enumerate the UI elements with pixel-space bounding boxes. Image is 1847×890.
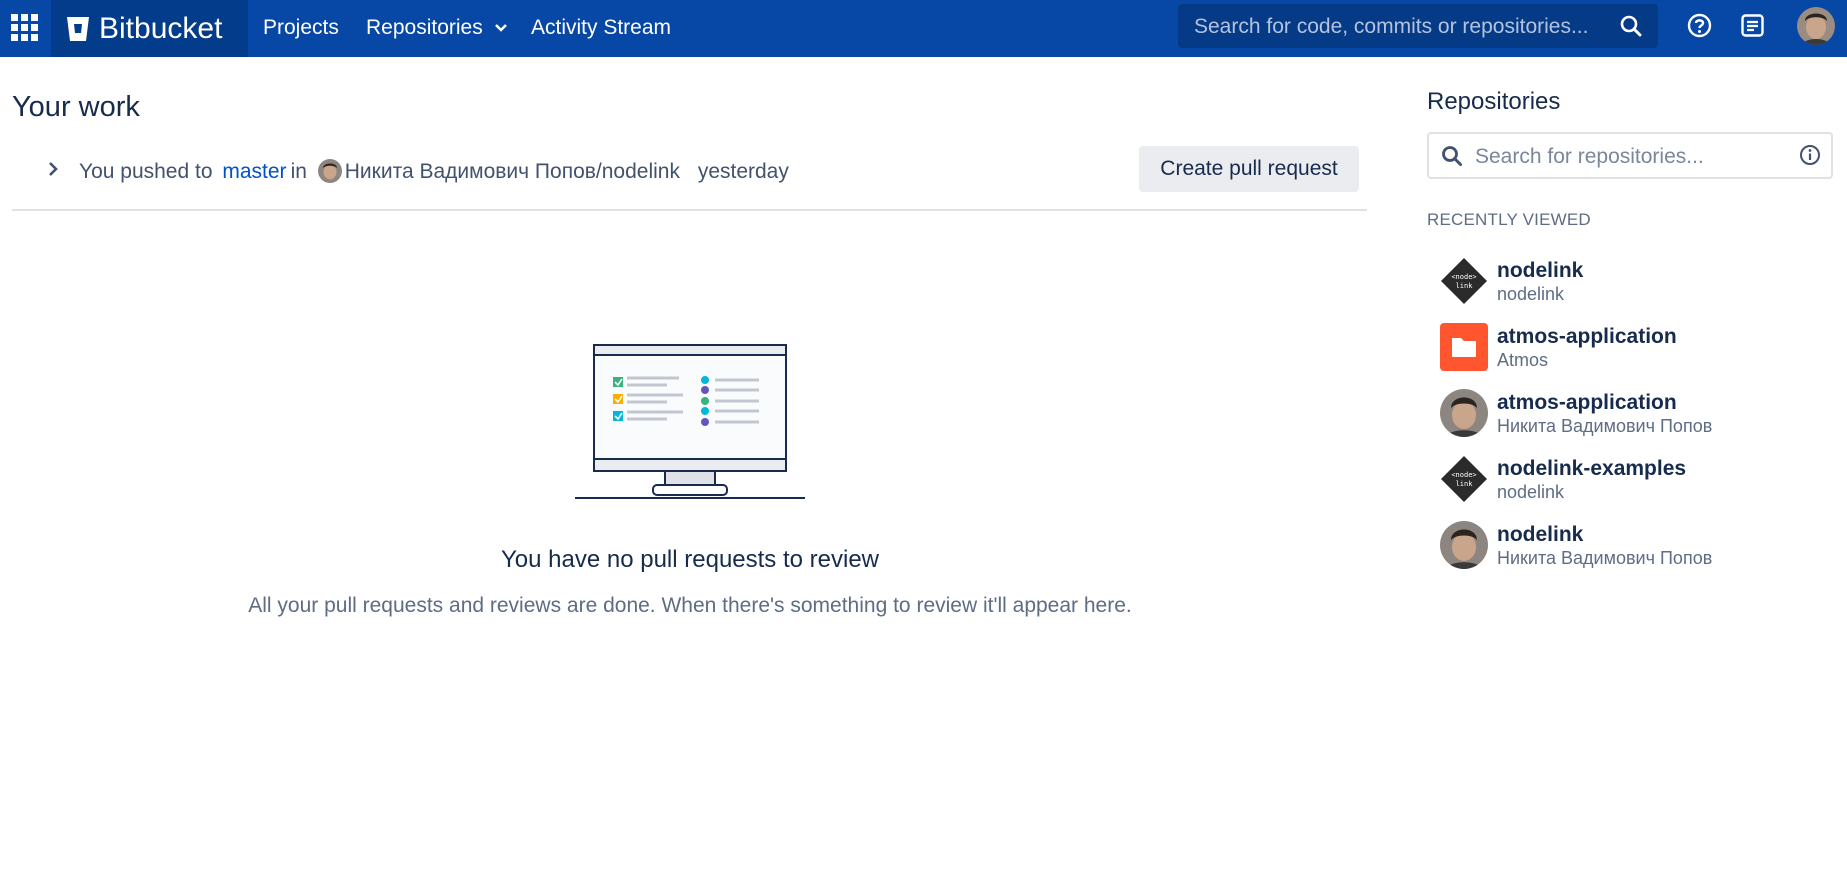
nav-repositories-label: Repositories — [366, 16, 483, 39]
repo-project: Никита Вадимович Попов — [1497, 548, 1713, 568]
nav-projects[interactable]: Projects — [263, 16, 339, 40]
bitbucket-home-link[interactable]: Bitbucket — [51, 0, 248, 57]
svg-text:<node>: <node> — [1451, 273, 1476, 281]
top-navigation-bar: Bitbucket Projects Repositories Activity… — [0, 0, 1847, 57]
grid-icon — [11, 14, 38, 41]
computer-checklist-illustration — [575, 344, 805, 499]
nodelink-logo-icon: <node> link — [1441, 456, 1487, 502]
repo-project: Никита Вадимович Попов — [1497, 416, 1713, 436]
sidebar-title: Repositories — [1427, 88, 1561, 115]
repo-project: nodelink — [1497, 284, 1565, 304]
brand-name: Bitbucket — [99, 11, 223, 45]
user-avatar — [1440, 389, 1488, 437]
svg-text:link: link — [1456, 480, 1474, 488]
recent-repo-item[interactable]: <node> link nodelink-examples nodelink — [1440, 452, 1820, 518]
chevron-right-icon[interactable] — [46, 159, 60, 179]
branch-link[interactable]: master — [222, 160, 286, 183]
activity-connector: in — [290, 160, 307, 183]
repo-project: nodelink — [1497, 482, 1565, 502]
activity-item: You pushed to master in Никита Вадимович … — [12, 146, 1367, 198]
folder-icon — [1440, 323, 1488, 371]
nav-repositories[interactable]: Repositories — [366, 16, 507, 40]
repo-owner-avatar — [317, 159, 342, 183]
repo-name: nodelink — [1497, 259, 1584, 282]
chevron-down-icon — [494, 24, 507, 32]
notifications-icon[interactable] — [1741, 14, 1764, 37]
page-title: Your work — [12, 91, 140, 123]
activity-description: You pushed to master in Никита Вадимович … — [79, 159, 789, 184]
app-switcher-button[interactable] — [0, 0, 48, 57]
recent-repo-item[interactable]: atmos-application Никита Вадимович Попов — [1440, 386, 1820, 452]
repo-name: atmos-application — [1497, 325, 1677, 348]
user-avatar — [1440, 521, 1488, 569]
svg-text:link: link — [1456, 282, 1474, 290]
repo-name: nodelink — [1497, 523, 1584, 546]
svg-text:<node>: <node> — [1451, 471, 1476, 479]
nodelink-logo-icon: <node> link — [1441, 258, 1487, 304]
empty-state-description: All your pull requests and reviews are d… — [248, 594, 1132, 617]
search-icon — [1442, 146, 1462, 166]
repo-name: nodelink-examples — [1497, 457, 1687, 480]
info-icon[interactable] — [1799, 144, 1821, 166]
search-icon[interactable] — [1620, 15, 1642, 37]
profile-avatar[interactable] — [1797, 7, 1835, 45]
global-search-box — [1178, 4, 1658, 50]
recent-repo-item[interactable]: <node> link nodelink nodelink — [1440, 254, 1820, 320]
user-avatar-image — [1797, 7, 1835, 45]
activity-prefix: You pushed to — [79, 160, 213, 183]
repo-name: atmos-application — [1497, 391, 1677, 414]
activity-time: yesterday — [697, 160, 789, 183]
global-search-input[interactable] — [1192, 4, 1606, 50]
create-pull-request-button[interactable]: Create pull request — [1139, 146, 1359, 192]
nav-activity-stream[interactable]: Activity Stream — [531, 16, 671, 40]
repository-search-box — [1427, 132, 1833, 179]
recently-viewed-heading: RECENTLY VIEWED — [1427, 210, 1591, 229]
help-icon[interactable] — [1687, 13, 1712, 38]
bitbucket-logo-icon — [67, 16, 89, 41]
repo-project: Atmos — [1497, 350, 1549, 370]
divider — [12, 209, 1367, 211]
recently-viewed-list: <node> link nodelink nodelink atmos-appl… — [1440, 254, 1820, 584]
repository-search-input[interactable] — [1473, 134, 1777, 179]
recent-repo-item[interactable]: atmos-application Atmos — [1440, 320, 1820, 386]
repository-link[interactable]: Никита Вадимович Попов/nodelink — [345, 160, 680, 183]
empty-state-title: You have no pull requests to review — [500, 546, 880, 573]
recent-repo-item[interactable]: nodelink Никита Вадимович Попов — [1440, 518, 1820, 584]
